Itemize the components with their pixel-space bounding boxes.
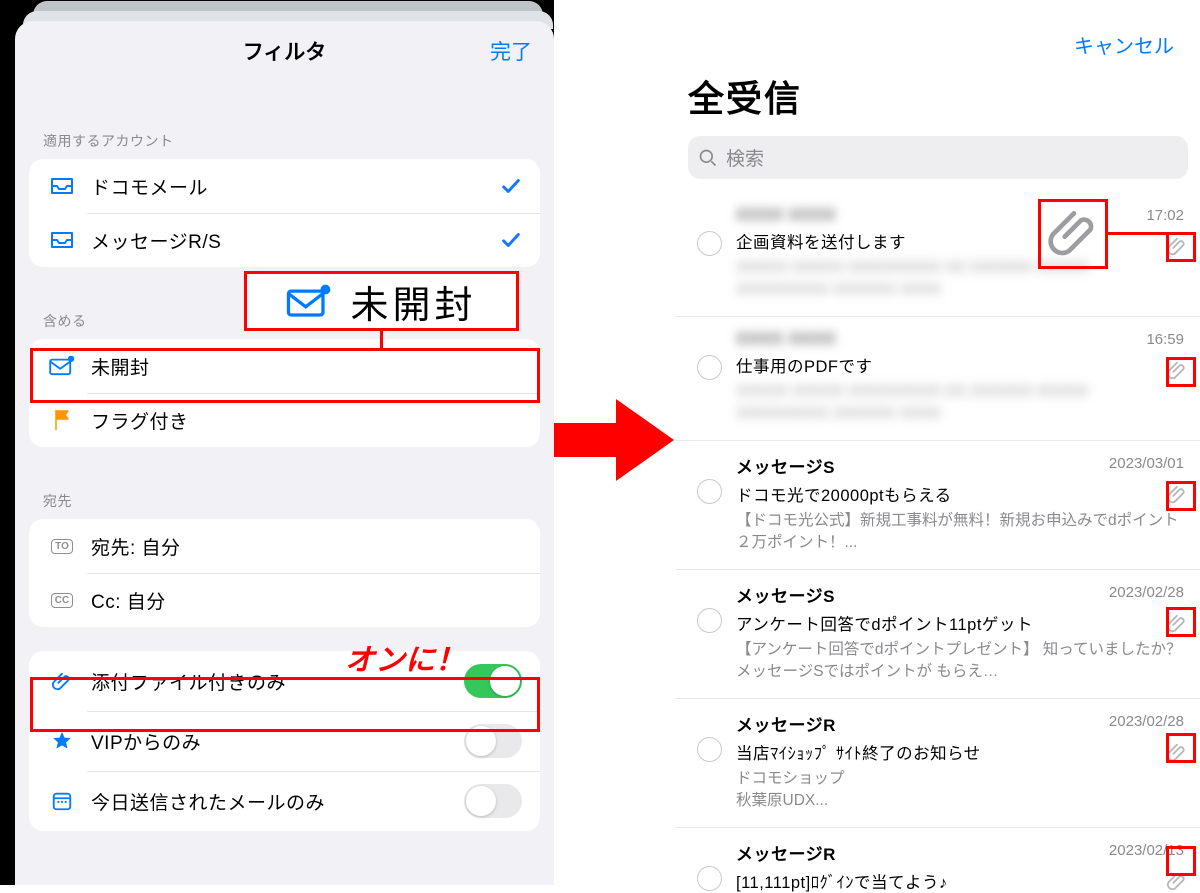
select-radio[interactable] [682,582,736,684]
account-row-message-rs[interactable]: メッセージR/S [29,213,540,267]
mail-body: メッセージR 2023/02/28 当店ﾏｲｼｮｯﾌﾟ ｻｲﾄ終了のお知らせドコモシ… [736,711,1188,813]
mail-row[interactable]: XXXX XXXX 16:59 仕事用のPDFです XXXXX XXXXX XXXXX… [676,317,1200,441]
mail-subject: 当店ﾏｲｼｮｯﾌﾟ ｻｲﾄ終了のお知らせ [736,740,1184,764]
mail-body: メッセージR2023/02/13[11,111pt]ﾛｸﾞｲﾝで当てよう♪ [736,840,1188,893]
mail-time: 17:02 [1146,205,1184,224]
section-label-accounts: 適用するアカウント [15,81,554,159]
mail-preview: XXXXX XXXXX XXXXXXXXX XX XXXXXX XXXXX XX… [736,381,1184,426]
callout-clip-box-2 [1166,357,1196,387]
search-icon [698,148,718,168]
toggle-row-today[interactable]: 今日送信されたメールのみ [29,771,540,831]
select-radio[interactable] [682,840,736,893]
flag-icon [47,408,77,432]
mail-sender: メッセージR [736,711,836,736]
addressed-row-cc[interactable]: CC Cc: 自分 [29,573,540,627]
mail-sender: メッセージR [736,840,836,865]
row-label: 今日送信されたメールのみ [91,788,464,815]
mail-subject: アンケート回答でdポイント11ptゲット [736,611,1184,635]
mail-row[interactable]: XXXX XXXX17:02企画資料を送付しますXXXXX XXXXX XXXX… [676,193,1200,317]
checkmark-icon [500,175,522,197]
mail-body: メッセージS 2023/02/28 アンケート回答でdポイント11ptゲット【アンケ… [736,582,1188,684]
callout-unread-text: 未開封 [350,274,476,329]
row-label: フラグ付き [91,407,522,434]
done-button[interactable]: 完了 [490,36,532,66]
callout-on-label: オンに！ [345,635,465,679]
calendar-icon [47,790,77,812]
mail-time: 2023/03/01 [1109,453,1184,472]
mail-row[interactable]: メッセージR 2023/02/28 当店ﾏｲｼｮｯﾌﾟ ｻｲﾄ終了のお知らせドコモシ… [676,699,1200,828]
mail-sender: メッセージS [736,453,835,478]
select-radio[interactable] [682,205,736,302]
mail-body: XXXX XXXX17:02企画資料を送付しますXXXXX XXXXX XXXX… [736,205,1188,302]
search-placeholder: 検索 [726,144,764,171]
sheet-title: フィルタ [243,36,327,66]
callout-clip-box-6 [1166,846,1196,876]
select-radio[interactable] [682,453,736,555]
callout-clip-connector [1108,232,1168,235]
account-label: ドコモメール [91,173,500,200]
paperclip-large-icon [1046,204,1102,260]
row-label: 宛先: 自分 [91,533,522,560]
addressed-group: TO 宛先: 自分 CC Cc: 自分 [29,519,540,627]
mail-row[interactable]: メッセージS 2023/03/01 ドコモ光で20000ptもらえる【ドコモ光公式】… [676,441,1200,570]
mailbox-panel: キャンセル 全受信 検索 XXXX XXXX17:02企画資料を送付しますXXX… [676,0,1200,885]
to-badge-icon: TO [47,539,77,554]
mail-subject: ドコモ光で20000ptもらえる [736,482,1184,506]
account-row-docomo[interactable]: ドコモメール [29,159,540,213]
mail-preview: 【ドコモ光公式】新規工事料が無料！新規お申込みでdポイント２万ポイント！... [736,510,1184,555]
filter-sheet: フィルタ 完了 適用するアカウント ドコモメール メッセージR/S 含める [15,21,554,885]
section-label-addressed: 宛先 [15,447,554,519]
mail-preview: 【アンケート回答でdポイントプレゼント】 知っていましたか？ メッセージSではポ… [736,639,1184,684]
mail-row[interactable]: メッセージR2023/02/13[11,111pt]ﾛｸﾞｲﾝで当てよう♪ [676,828,1200,893]
mail-body: XXXX XXXX 16:59 仕事用のPDFです XXXXX XXXXX XXXXX… [736,329,1188,426]
select-radio[interactable] [682,711,736,813]
mail-time: 16:59 [1146,329,1184,348]
mail-sender: XXXX XXXX [736,205,836,225]
mail-subject: 仕事用のPDFです [736,353,1184,377]
mail-sender: XXXX XXXX [736,329,836,349]
mail-sender: メッセージS [736,582,835,607]
account-label: メッセージR/S [91,227,500,254]
mail-subject: [11,111pt]ﾛｸﾞｲﾝで当てよう♪ [736,869,1184,893]
mail-list: XXXX XXXX17:02企画資料を送付しますXXXXX XXXXX XXXX… [676,193,1200,893]
callout-clip-box-5 [1166,733,1196,763]
callout-unread-badge: 未開封 [244,271,519,331]
cancel-button[interactable]: キャンセル [1074,30,1174,59]
arrow-icon [554,395,676,485]
callout-clip-box-4 [1166,607,1196,637]
callout-highlight-unread-row [30,348,540,403]
star-icon [47,730,77,752]
filter-panel: フィルタ 完了 適用するアカウント ドコモメール メッセージR/S 含める [0,0,554,885]
addressed-row-to[interactable]: TO 宛先: 自分 [29,519,540,573]
search-input[interactable]: 検索 [688,136,1188,179]
select-radio[interactable] [682,329,736,426]
callout-clip-box-1 [1166,232,1196,262]
callout-clip-box-3 [1166,481,1196,511]
checkmark-icon [500,229,522,251]
inbox-icon [47,231,77,249]
mail-row[interactable]: メッセージS 2023/02/28 アンケート回答でdポイント11ptゲット【アンケ… [676,570,1200,699]
cc-badge-icon: CC [47,593,77,608]
callout-highlight-attachments-row [30,677,540,732]
row-label: Cc: 自分 [91,587,522,614]
mail-time: 2023/02/28 [1109,582,1184,601]
mail-time: 2023/02/28 [1109,711,1184,730]
accounts-group: ドコモメール メッセージR/S [29,159,540,267]
inbox-icon [47,177,77,195]
mail-preview: ドコモショップ 秋葉原UDX... [736,768,1184,813]
mail-body: メッセージS 2023/03/01 ドコモ光で20000ptもらえる【ドコモ光公式】… [736,453,1188,555]
mailbox-title: 全受信 [676,0,1200,136]
mail-preview: XXXXX XXXXX XXXXXXXXX XX XXXXXX XXXXX XX… [736,257,1184,302]
today-toggle[interactable] [464,784,522,818]
